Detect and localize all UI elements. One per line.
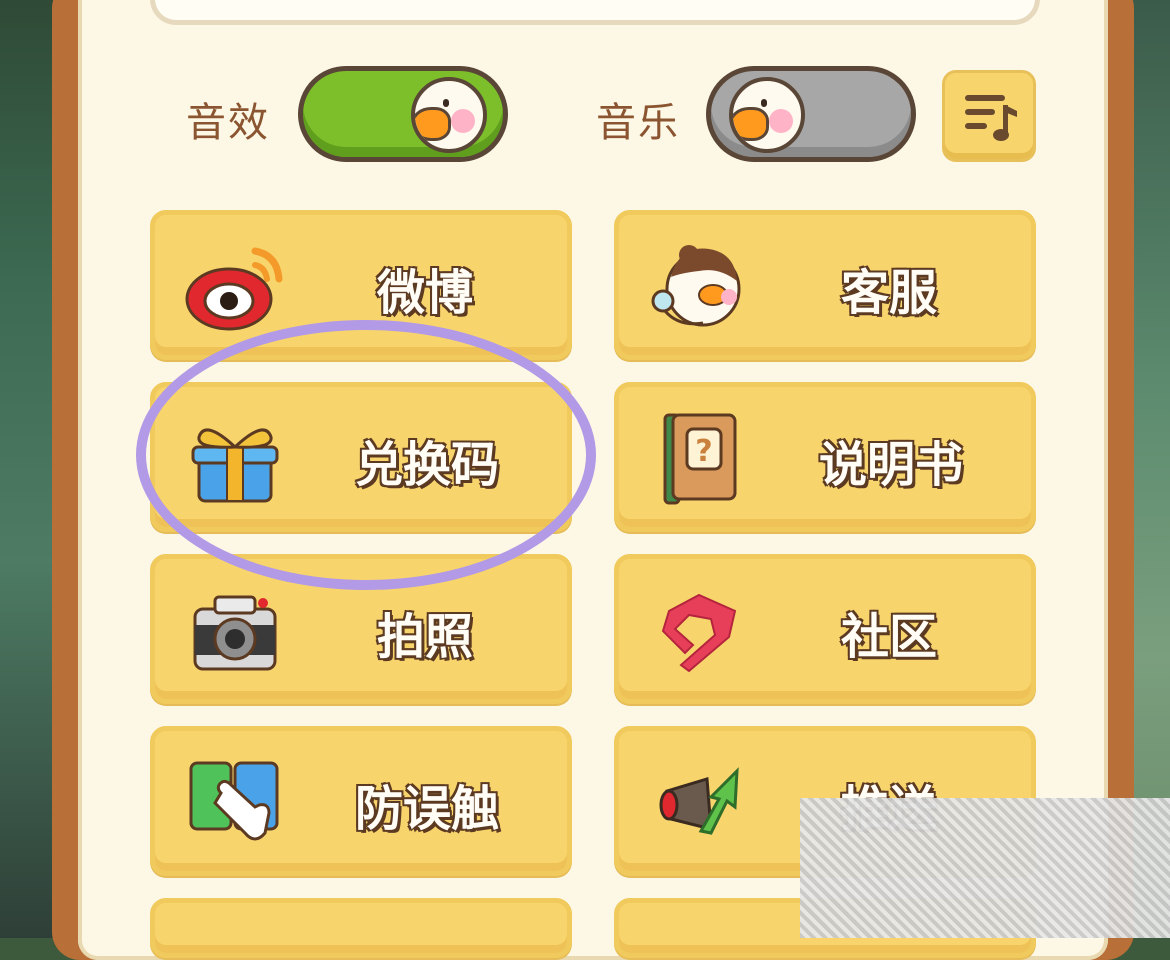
camera-icon — [193, 595, 277, 671]
duck-knob-icon — [729, 77, 805, 153]
support-button[interactable]: 客服 — [614, 210, 1036, 360]
highlight-circle-annotation — [136, 320, 596, 590]
background-left — [0, 0, 60, 938]
anti-touch-button[interactable]: 防误触 — [150, 726, 572, 876]
community-label: 社区 — [840, 608, 938, 666]
qr-code-overlay — [800, 798, 1170, 938]
community-button[interactable]: 社区 — [614, 554, 1036, 704]
megaphone-arrow-icon — [659, 767, 739, 835]
weibo-label: 微博 — [376, 264, 474, 322]
community-gem-icon — [661, 593, 737, 673]
support-label: 客服 — [840, 264, 938, 322]
manual-label: 说明书 — [818, 436, 964, 494]
music-label: 音乐 — [596, 100, 680, 146]
help-book-icon: ? — [663, 413, 737, 505]
anti-touch-label: 防误触 — [354, 780, 500, 838]
sound-toggle[interactable] — [298, 66, 508, 162]
top-input-box — [150, 0, 1040, 25]
photo-label: 拍照 — [376, 608, 474, 666]
weibo-icon — [185, 247, 283, 331]
music-list-icon — [965, 95, 1017, 141]
duck-knob-icon — [411, 77, 487, 153]
manual-button[interactable]: ? 说明书 — [614, 382, 1036, 532]
music-toggle[interactable] — [706, 66, 916, 162]
support-agent-icon — [651, 245, 741, 327]
hand-swipe-icon — [189, 761, 279, 841]
svg-text:?: ? — [695, 434, 712, 469]
music-list-button[interactable] — [942, 70, 1036, 162]
partial-menu-button[interactable] — [150, 898, 572, 958]
sound-label: 音效 — [186, 100, 270, 146]
